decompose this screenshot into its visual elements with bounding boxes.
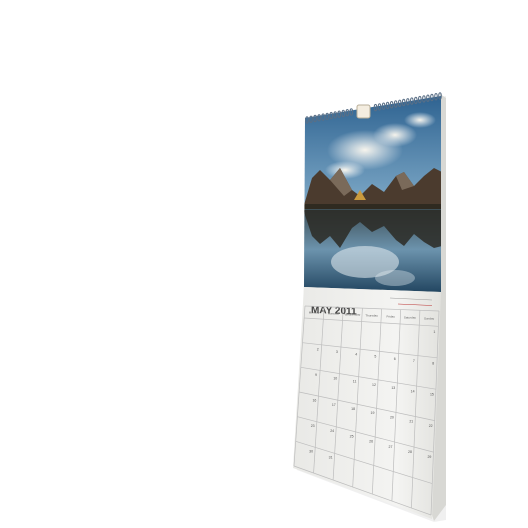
- day-number: 23: [311, 424, 315, 428]
- weekday-label: Tuesday: [327, 312, 339, 316]
- day-number: 19: [371, 411, 375, 415]
- day-number: 8: [432, 361, 434, 365]
- day-number: 15: [430, 393, 434, 397]
- day-number: 17: [332, 403, 336, 407]
- day-number: 10: [333, 376, 337, 380]
- day-number: 7: [413, 359, 415, 363]
- day-number: 20: [390, 415, 394, 419]
- day-number: 30: [309, 450, 313, 454]
- day-number: 13: [391, 386, 395, 390]
- day-number: 12: [372, 383, 376, 387]
- day-number: 25: [350, 434, 354, 438]
- day-number: 11: [353, 380, 357, 384]
- hanger-hook: [356, 104, 371, 119]
- day-number: 31: [329, 456, 333, 460]
- weekday-label: Saturday: [404, 316, 417, 320]
- day-number: 3: [336, 350, 338, 354]
- day-number: 16: [312, 399, 316, 403]
- day-number: 28: [408, 450, 412, 454]
- day-number: 29: [427, 455, 431, 459]
- day-number: 18: [351, 407, 355, 411]
- day-number: 14: [411, 389, 415, 393]
- day-number: 5: [374, 355, 376, 359]
- weekday-label: Monday: [309, 311, 320, 315]
- weekday-label: Friday: [387, 315, 396, 319]
- day-number: 9: [315, 373, 317, 377]
- weekday-label: Sunday: [424, 317, 435, 321]
- day-number: 27: [389, 445, 393, 449]
- day-number: 6: [394, 357, 396, 361]
- day-number: 24: [330, 429, 334, 433]
- day-number: 4: [355, 352, 357, 356]
- calendar-scene: MAY 2011 Monday Tuesday Wednesday Thursday F…: [0, 0, 528, 528]
- landscape-photo: [304, 96, 441, 292]
- day-number: 26: [369, 440, 373, 444]
- wall-calendar: MAY 2011 Monday Tuesday Wednesday Thursday F…: [293, 92, 446, 522]
- weekday-label: Thursday: [365, 314, 378, 318]
- day-number: 2: [317, 348, 319, 352]
- day-number: 22: [429, 424, 433, 428]
- day-number: 21: [409, 420, 413, 424]
- weekday-label: Wednesday: [345, 313, 361, 317]
- day-number: 1: [433, 330, 435, 334]
